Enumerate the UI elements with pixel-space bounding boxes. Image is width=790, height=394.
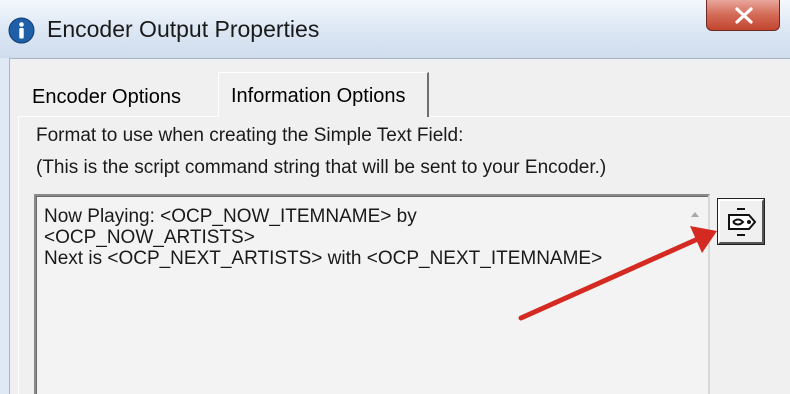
script-line: <OCP_NOW_ARTISTS> xyxy=(44,227,255,248)
tab-encoder-options[interactable]: Encoder Options xyxy=(22,82,210,115)
window-title: Encoder Output Properties xyxy=(47,16,320,42)
script-line: Now Playing: <OCP_NOW_ITEMNAME> by xyxy=(44,206,417,227)
script-line: Next is <OCP_NEXT_ARTISTS> with <OCP_NEX… xyxy=(44,248,603,269)
tab-panel-border xyxy=(18,116,19,394)
scroll-up-icon[interactable] xyxy=(686,206,704,224)
edit-tags-button[interactable] xyxy=(717,198,765,245)
script-command-textarea[interactable]: Now Playing: <OCP_NOW_ITEMNAME> by <OCP_… xyxy=(34,194,710,394)
tab-panel-border xyxy=(430,116,790,117)
edit-tag-icon xyxy=(728,208,757,236)
format-hint: (This is the script command string that … xyxy=(36,157,607,178)
title-bar[interactable]: Encoder Output Properties xyxy=(0,0,790,58)
info-icon xyxy=(8,17,35,44)
tab-information-options[interactable]: Information Options xyxy=(218,72,429,117)
close-button[interactable] xyxy=(706,0,780,31)
tab-panel-border xyxy=(18,116,218,117)
format-label: Format to use when creating the Simple T… xyxy=(36,125,464,146)
close-icon xyxy=(735,7,753,24)
